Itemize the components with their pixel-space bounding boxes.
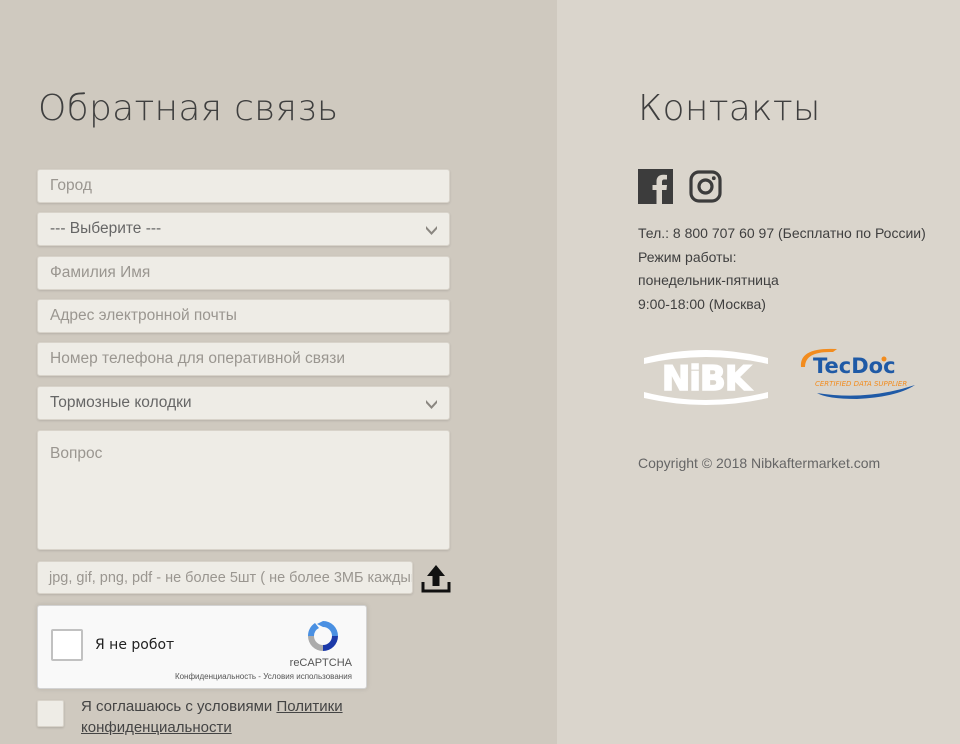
contacts-title: Контакты xyxy=(638,88,821,129)
email-input[interactable]: Адрес электронной почты xyxy=(37,299,450,333)
recaptcha-label: Я не робот xyxy=(95,637,175,653)
phone-input[interactable]: Номер телефона для оперативной связи xyxy=(37,342,450,376)
name-input[interactable]: Фамилия Имя xyxy=(37,256,450,290)
facebook-icon[interactable] xyxy=(638,169,673,204)
tecdoc-logo: TecDoc CERTIFIED DATA SUPPLIER xyxy=(800,348,915,399)
recaptcha-checkbox[interactable] xyxy=(51,629,83,661)
product-select-value: Тормозные колодки xyxy=(50,394,192,411)
region-select[interactable]: --- Выберите --- xyxy=(37,212,450,246)
product-select[interactable]: Тормозные колодки xyxy=(37,386,450,420)
nibk-logo: NiBK xyxy=(644,350,768,405)
work-hours-label: Режим работы: xyxy=(638,249,737,265)
agree-label: Я соглашаюсь с условиями xyxy=(81,698,277,715)
chevron-down-icon xyxy=(426,226,437,235)
recaptcha-brand: reCAPTCHA xyxy=(289,657,352,669)
recaptcha-logo-icon xyxy=(307,621,338,651)
recaptcha-links[interactable]: Конфиденциальность - Условия использован… xyxy=(175,672,352,681)
contact-phone: Тел.: 8 800 707 60 97 (Бесплатно по Росс… xyxy=(638,225,926,241)
city-input[interactable]: Город xyxy=(37,169,450,203)
instagram-icon[interactable] xyxy=(688,169,723,204)
work-hours-time: 9:00-18:00 (Москва) xyxy=(638,296,766,312)
nibk-logo-text: NiBK xyxy=(662,359,753,399)
chevron-down-icon xyxy=(426,400,437,409)
question-textarea[interactable]: Вопрос xyxy=(37,430,450,550)
tecdoc-logo-subtitle: CERTIFIED DATA SUPPLIER xyxy=(815,380,907,388)
agree-checkbox[interactable] xyxy=(37,700,64,727)
agree-text: Я соглашаюсь с условиями Политики конфид… xyxy=(81,696,381,738)
feedback-title: Обратная связь xyxy=(38,88,339,129)
recaptcha-widget: Я не робот reCAPTCHA Конфиденциальность … xyxy=(37,605,367,689)
work-hours-days: понедельник-пятница xyxy=(638,272,779,288)
copyright: Copyright © 2018 Nibkaftermarket.com xyxy=(638,455,881,471)
region-select-value: --- Выберите --- xyxy=(50,220,162,237)
file-input[interactable]: jpg, gif, png, pdf - не более 5шт ( не б… xyxy=(37,561,413,594)
upload-icon[interactable] xyxy=(420,562,452,594)
